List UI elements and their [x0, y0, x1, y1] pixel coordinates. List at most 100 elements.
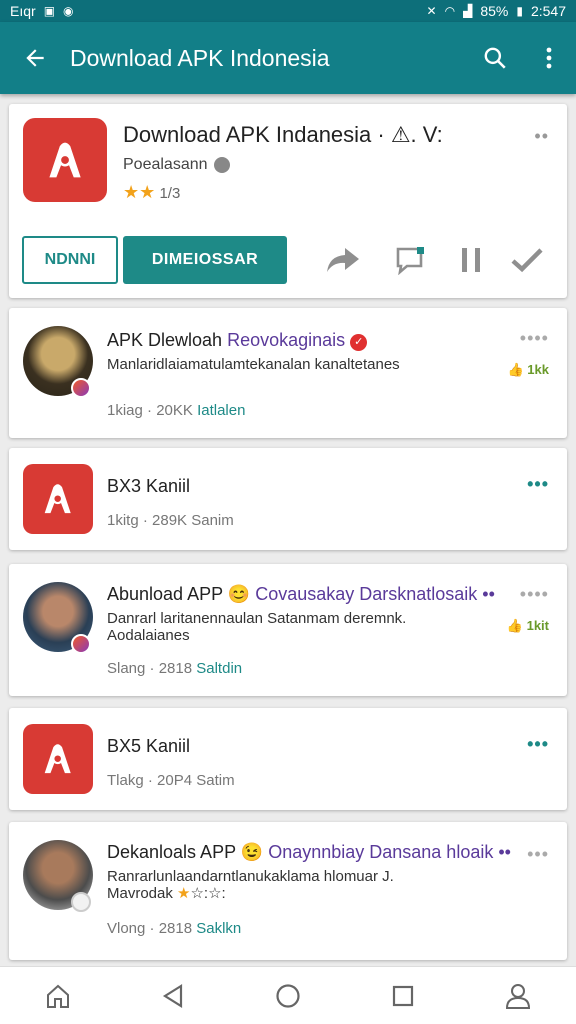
list-item[interactable]: BX5 Kaniil Tlakg · 20P4 Satim ••• [9, 708, 567, 810]
author-handle: Covausakay Darsknatlosaik •• [255, 584, 495, 604]
search-icon [484, 47, 506, 69]
comment-button[interactable] [391, 242, 431, 278]
post-text-prefix: Mavrodak [107, 885, 173, 902]
check-button[interactable] [507, 242, 547, 278]
author-handle: Reovokaginais [227, 330, 346, 350]
globe-icon [213, 157, 230, 173]
home-icon [46, 984, 69, 1008]
app-title: Download APK Indanesia · ⚠. V: [123, 122, 443, 147]
home-circle-icon [276, 983, 300, 1008]
pause-button[interactable] [451, 242, 491, 278]
rating-text: 1/3 [159, 185, 181, 202]
more-vert-icon [546, 47, 552, 69]
nav-recents-button[interactable] [373, 967, 433, 1024]
post-author: Dekanloals APP 😉 Onaynnbiay Dansana hloa… [107, 842, 511, 863]
post-status: Satim [196, 772, 235, 789]
post-meta: 1kitg · 289K Sanim [107, 512, 234, 529]
record-icon: ◉ [63, 4, 74, 18]
post-time: Slang · 2818 [107, 660, 193, 677]
post-time: 1kiag · 20KK [107, 402, 193, 419]
wifi-icon: ◠ [444, 4, 456, 18]
list-item[interactable]: APK Dlewloah Reovokaginais ✓ Manlaridlai… [9, 308, 567, 438]
post-meta: Tlakg · 20P4 Satim [107, 772, 235, 789]
nav-home-circle-button[interactable] [258, 967, 318, 1024]
app-logo-icon [23, 464, 93, 534]
like-count[interactable]: 👍 1kk [508, 362, 550, 378]
signal-icon: ▟ [463, 4, 473, 18]
chat-bubble-icon [396, 247, 424, 275]
post-text-rest: ☆:☆: [190, 885, 226, 902]
battery-icon: ▮ [516, 4, 523, 18]
download-button[interactable]: DIMEIOSSAR [123, 236, 287, 284]
app-logo-icon [23, 724, 93, 794]
app-logo-icon [23, 118, 107, 202]
list-item[interactable]: BX3 Kaniil 1kitg · 289K Sanim ••• [9, 448, 567, 550]
app-subtitle: Poealasann [123, 156, 230, 174]
pause-icon [462, 248, 480, 272]
carrier-label: Eıqr [10, 3, 36, 19]
post-time: Tlakg · 20P4 [107, 772, 193, 789]
app-rating: ★★ 1/3 [123, 182, 180, 203]
clock: 2:547 [530, 3, 566, 19]
post-meta: Slang · 2818 Saltdin [107, 660, 242, 677]
post-more-button[interactable]: •••• [520, 328, 549, 349]
app-item-name: BX5 Kaniil [107, 736, 191, 756]
secondary-action-button[interactable]: NDNNI [22, 236, 118, 284]
nav-home-button[interactable] [28, 967, 88, 1024]
post-action-link[interactable]: Saltdin [196, 660, 242, 677]
app-item-more-button[interactable]: ••• [527, 734, 549, 755]
post-text: Ranrarlunlaandarntlanukaklama hlomuar J.… [107, 868, 487, 902]
post-meta: 1kiag · 20KK Iatlalen [107, 402, 245, 419]
more-options-button[interactable]: •• [534, 126, 549, 147]
nav-profile-button[interactable] [488, 967, 548, 1024]
like-count[interactable]: 👍 1kit [507, 618, 549, 634]
overflow-menu-button[interactable] [522, 22, 576, 94]
app-notification-icon: ▣ [43, 4, 56, 18]
author-handle: Onaynnbiay Dansana hloaik •• [268, 842, 511, 862]
profile-icon [506, 983, 531, 1009]
check-icon [511, 248, 543, 273]
app-developer: Poealasann [123, 156, 208, 173]
back-triangle-icon [162, 983, 182, 1008]
badge-icon [71, 634, 91, 654]
share-button[interactable] [323, 242, 363, 278]
post-text: Manlaridlaiamatulamtekanalan kanaltetane… [107, 356, 400, 373]
verified-icon: ✓ [350, 334, 368, 351]
post-meta: Vlong · 2818 Saklkn [107, 920, 241, 937]
post-action-link[interactable]: Iatlalen [197, 402, 245, 419]
post-time: 1kitg · 289K [107, 512, 188, 529]
list-item[interactable]: Abunload APP 😊 Covausakay Darsknatlosaik… [9, 564, 567, 696]
nav-back-button[interactable] [143, 967, 203, 1024]
author-name: APK Dlewloah [107, 330, 223, 350]
star-rating-icon: ★★ [123, 182, 156, 202]
battery-level: 85% [480, 3, 509, 19]
post-text-line1: Ranrarlunlaandarntlanukaklama hlomuar J. [107, 868, 394, 885]
app-item-more-button[interactable]: ••• [527, 474, 549, 495]
mute-icon: ✕ [426, 4, 437, 18]
search-button[interactable] [468, 22, 522, 94]
app-header-card: Download APK Indanesia · ⚠. V: Poealasan… [9, 104, 567, 298]
post-action-link[interactable]: Saklkn [196, 920, 241, 937]
post-more-button[interactable]: •••• [520, 584, 549, 605]
back-button[interactable] [0, 22, 70, 94]
post-more-button[interactable]: ••• [527, 844, 549, 865]
post-author: Abunload APP 😊 Covausakay Darsknatlosaik… [107, 584, 495, 605]
post-time: Vlong · 2818 [107, 920, 193, 937]
share-arrow-icon [327, 248, 359, 272]
arrow-left-icon [26, 49, 44, 67]
app-bar: Download APK Indonesia [0, 22, 576, 94]
navigation-bar [0, 966, 576, 1024]
badge-icon [71, 892, 91, 912]
status-bar: Eıqr ▣ ◉ ✕ ◠ ▟ 85% ▮ 2:547 [0, 0, 576, 22]
badge-icon [71, 378, 91, 398]
recents-square-icon [393, 985, 414, 1006]
page-title: Download APK Indonesia [70, 44, 330, 71]
author-name: Dekanloals APP 😉 [107, 842, 264, 862]
star-icon: ★ [177, 885, 191, 902]
post-status: Sanim [191, 512, 234, 529]
list-item[interactable]: Dekanloals APP 😉 Onaynnbiay Dansana hloa… [9, 822, 567, 960]
app-item-name: BX3 Kaniil [107, 476, 191, 496]
post-text-line2: Mavrodak ★☆:☆: [107, 885, 487, 902]
author-name: Abunload APP 😊 [107, 584, 251, 604]
post-text: Danrarl laritanennaulan Satanmam deremnk… [107, 610, 407, 644]
